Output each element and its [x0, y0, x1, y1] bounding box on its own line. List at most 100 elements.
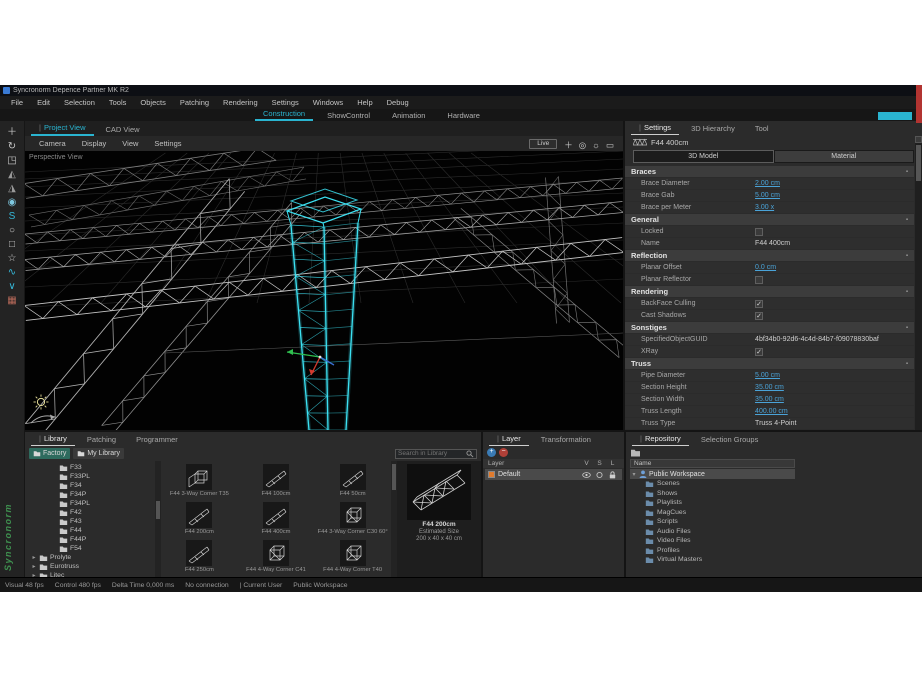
move-tool[interactable]: ＋ [0, 126, 24, 140]
new-folder-icon[interactable] [630, 448, 641, 457]
collapse-tool[interactable]: ∨ [0, 280, 24, 294]
property-value[interactable]: 5.00 cm [755, 192, 780, 199]
mode-tab-hardware[interactable]: Hardware [439, 111, 488, 121]
section-header-general[interactable]: General▪ [625, 214, 914, 225]
mode-tab-construction[interactable]: Construction [255, 109, 313, 121]
menu-file[interactable]: File [4, 98, 30, 107]
library-item-f44-100cm[interactable]: F44 100cm [238, 464, 315, 502]
star-tool[interactable]: ☆ [0, 252, 24, 266]
section-header-rendering[interactable]: Rendering▪ [625, 286, 914, 297]
property-value[interactable]: 35.00 cm [755, 384, 784, 391]
repository-folder-scenes[interactable]: Scenes [630, 479, 922, 489]
library-tab-patching[interactable]: Patching [79, 435, 124, 446]
grid-scrollbar[interactable] [391, 461, 397, 577]
3d-scene[interactable]: Perspective View [25, 151, 623, 430]
view-button-material[interactable]: Material [774, 150, 915, 163]
menu-help[interactable]: Help [350, 98, 379, 107]
property-value[interactable]: 0.0 cm [755, 264, 776, 271]
checkbox-backface-culling[interactable]: ✓ [755, 300, 763, 308]
live-button[interactable]: Live [529, 139, 557, 149]
repository-name-column[interactable]: Name [630, 459, 795, 468]
rectangle-tool[interactable]: □ [0, 238, 24, 252]
library-item-f44-4-way-corner-t40[interactable]: F44 4-Way Corner T40 [314, 540, 391, 577]
menu-settings[interactable]: Settings [265, 98, 306, 107]
library-folder-f34pl[interactable]: F34PL [25, 499, 155, 508]
visibility-icon[interactable] [582, 471, 591, 479]
section-header-reflection[interactable]: Reflection▪ [625, 250, 914, 261]
orbit-icon[interactable]: ◎ [576, 140, 589, 150]
spot-tool[interactable]: ◉ [0, 196, 24, 210]
cursor-a-tool[interactable]: ◭ [0, 168, 24, 182]
expand-icon[interactable]: ▾ [631, 471, 637, 478]
property-value[interactable]: 5.00 cm [755, 372, 780, 379]
expand-icon[interactable]: ▸ [31, 563, 37, 570]
properties-scrollbar[interactable] [915, 136, 922, 430]
screen-icon[interactable]: ▭ [603, 140, 617, 150]
library-item-f44-3-way-corner-t35[interactable]: F44 3-Way Corner T35 [161, 464, 238, 502]
viewport-menu-camera[interactable]: Camera [31, 139, 74, 148]
source-button-my-library[interactable]: My Library [73, 448, 124, 459]
tree-scrollbar[interactable] [155, 461, 161, 577]
property-value[interactable]: 3.00 x [755, 204, 774, 211]
library-item-f44-400cm[interactable]: F44 400cm [238, 502, 315, 540]
mode-tab-showcontrol[interactable]: ShowControl [319, 111, 378, 121]
cursor-b-tool[interactable]: ◮ [0, 182, 24, 196]
repository-folder-magcues[interactable]: MagCues [630, 508, 922, 518]
layer-tab-transformation[interactable]: Transformation [533, 435, 599, 446]
viewport-tab-cad-view[interactable]: CAD View [98, 125, 148, 136]
view-button-3d-model[interactable]: 3D Model [633, 150, 774, 163]
library-tab-library[interactable]: |Library [31, 434, 75, 446]
library-folder-f34p[interactable]: F34P [25, 490, 155, 499]
checkbox-planar-reflector[interactable] [755, 276, 763, 284]
search-input[interactable] [398, 450, 465, 457]
library-folder-f54[interactable]: F54 [25, 544, 155, 553]
menu-tools[interactable]: Tools [102, 98, 134, 107]
properties-tab-3d-hierarchy[interactable]: 3D Hierarchy [683, 124, 743, 135]
repository-folder-video-files[interactable]: Video Files [630, 536, 922, 546]
section-header-truss[interactable]: Truss▪ [625, 358, 914, 369]
scroll-thumb[interactable] [156, 501, 160, 519]
repository-folder-scripts[interactable]: Scripts [630, 517, 922, 527]
repository-folder-virtual-masters[interactable]: Virtual Masters [630, 555, 922, 565]
source-button-factory[interactable]: Factory [29, 448, 70, 459]
spline-tool[interactable]: S [0, 210, 24, 224]
repository-folder-audio-files[interactable]: Audio Files [630, 527, 922, 537]
pan-icon[interactable]: ＋ [561, 140, 576, 150]
library-folder-f34[interactable]: F34 [25, 481, 155, 490]
menu-selection[interactable]: Selection [57, 98, 102, 107]
expand-icon[interactable]: ▸ [31, 554, 37, 561]
layer-lock-cell[interactable] [606, 471, 619, 479]
rotate-tool[interactable]: ↻ [0, 140, 24, 154]
library-folder-f44p[interactable]: F44P [25, 535, 155, 544]
library-folder-prolyte[interactable]: ▸Prolyte [25, 553, 155, 562]
library-folder-f43[interactable]: F43 [25, 517, 155, 526]
checkbox-xray[interactable]: ✓ [755, 348, 763, 356]
curve-tool[interactable]: ∿ [0, 266, 24, 280]
library-item-f44-50cm[interactable]: F44 50cm [314, 464, 391, 502]
transform-tool[interactable]: ◳ [0, 154, 24, 168]
library-folder-f42[interactable]: F42 [25, 508, 155, 517]
repository-tab-selection-groups[interactable]: Selection Groups [693, 435, 767, 446]
menu-edit[interactable]: Edit [30, 98, 57, 107]
library-folder-f44[interactable]: F44 [25, 526, 155, 535]
layer-color-swatch[interactable] [488, 471, 495, 478]
scene-canvas[interactable] [25, 151, 623, 430]
library-item-f44-250cm[interactable]: F44 250cm [161, 540, 238, 577]
library-search[interactable] [395, 449, 477, 459]
library-folder-f33pl[interactable]: F33PL [25, 472, 155, 481]
menu-patching[interactable]: Patching [173, 98, 216, 107]
layer-tab-layer[interactable]: |Layer [489, 434, 529, 446]
expand-icon[interactable]: ▸ [31, 572, 37, 577]
checkbox-locked[interactable] [755, 228, 763, 236]
library-item-f44-3-way-corner-c30-60[interactable]: F44 3-Way Corner C30 60° [314, 502, 391, 540]
property-value[interactable]: 400.00 cm [755, 408, 788, 415]
repository-tab-repository[interactable]: |Repository [632, 434, 689, 446]
library-folder-f33[interactable]: F33 [25, 463, 155, 472]
lock-icon[interactable] [608, 471, 617, 479]
repository-root-workspace[interactable]: ▾Public Workspace [630, 469, 795, 479]
scroll-thumb[interactable] [916, 145, 921, 181]
menu-debug[interactable]: Debug [380, 98, 416, 107]
scroll-top-button[interactable] [915, 136, 922, 143]
scroll-thumb[interactable] [392, 464, 396, 490]
close-button[interactable] [916, 85, 922, 123]
